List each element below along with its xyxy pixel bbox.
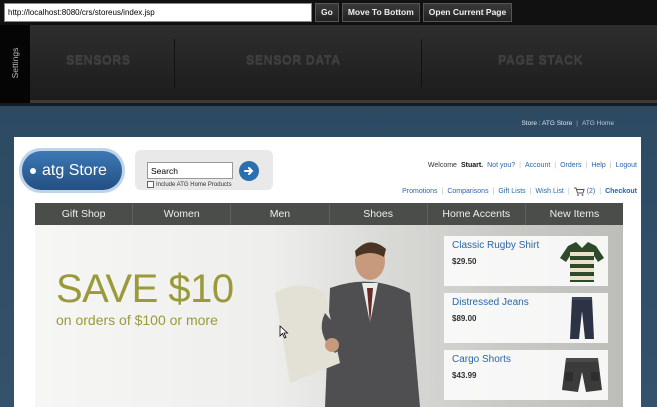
product-card[interactable]: Cargo Shorts $43.99 [444, 350, 608, 400]
welcome-text: Welcome [427, 162, 457, 169]
search-input[interactable] [147, 162, 233, 179]
include-home-label: Include ATG Home Products [156, 181, 232, 188]
product-price: $29.50 [452, 257, 477, 266]
product-name[interactable]: Cargo Shorts [452, 354, 511, 365]
divider: | [585, 162, 588, 169]
include-home-checkbox[interactable] [147, 181, 154, 188]
page-stack-section[interactable]: PAGE STACK [498, 53, 583, 67]
divider: | [567, 188, 570, 195]
open-current-page-button[interactable]: Open Current Page [422, 3, 513, 22]
divider: | [529, 188, 532, 195]
store-link[interactable]: Store : ATG Store [521, 120, 572, 127]
include-home-products: Include ATG Home Products [147, 181, 232, 188]
divider: | [441, 188, 444, 195]
nav-new-items[interactable]: New Items [526, 203, 623, 225]
user-name: Stuart. [460, 162, 484, 169]
product-card[interactable]: Distressed Jeans $89.00 [444, 293, 608, 343]
gift-lists-link[interactable]: Gift Lists [498, 188, 525, 195]
product-name[interactable]: Distressed Jeans [452, 297, 529, 308]
hero-headline: SAVE $10 [56, 267, 234, 311]
nav-men[interactable]: Men [231, 203, 330, 225]
atg-store-logo[interactable]: atg Store [22, 151, 122, 190]
divider: | [519, 162, 521, 169]
logout-link[interactable]: Logout [616, 162, 637, 169]
divider: | [554, 162, 557, 169]
dev-toolbar: Go Move To Bottom Open Current Page [0, 0, 657, 25]
nav-gift-shop[interactable]: Gift Shop [35, 203, 134, 225]
category-nav: Gift Shop Women Men Shoes Home Accents N… [35, 203, 623, 225]
not-you-link[interactable]: Not you? [487, 162, 515, 169]
cart-count: (2) [586, 188, 596, 195]
cart-icon [573, 187, 585, 196]
model-photo [275, 242, 420, 407]
atg-home-link[interactable]: ATG Home [582, 120, 614, 127]
arrow-right-icon [244, 167, 254, 175]
promotions-link[interactable]: Promotions [402, 188, 437, 195]
mouse-cursor-icon [279, 325, 289, 339]
search-go-button[interactable] [239, 161, 259, 181]
divider: | [492, 188, 495, 195]
orders-link[interactable]: Orders [560, 162, 581, 169]
shopping-links: Promotions | Comparisons | Gift Lists | … [402, 187, 637, 196]
logo-text: atg Store [42, 161, 107, 179]
cargo-shorts-image [562, 358, 602, 392]
breadcrumb-separator: | [576, 120, 578, 127]
jeans-image [570, 297, 594, 339]
url-input[interactable] [4, 3, 312, 22]
account-links: Welcome Stuart. Not you? | Account | Ord… [428, 162, 637, 169]
divider: | [599, 188, 602, 195]
settings-label: Settings [10, 47, 20, 79]
logo-dot-icon [30, 167, 36, 174]
product-card[interactable]: Classic Rugby Shirt $29.50 [444, 236, 608, 286]
panel-divider [421, 39, 422, 87]
dev-panel: Settings SENSORS SENSOR DATA PAGE STACK [0, 25, 657, 103]
product-price: $43.99 [452, 371, 477, 380]
nav-women[interactable]: Women [133, 203, 232, 225]
help-link[interactable]: Help [591, 162, 605, 169]
product-price: $89.00 [452, 314, 477, 323]
hero-subline: on orders of $100 or more [56, 312, 218, 328]
rugby-shirt-image [560, 242, 604, 282]
settings-tab[interactable]: Settings [0, 25, 30, 103]
divider: | [609, 162, 612, 169]
account-link[interactable]: Account [525, 162, 550, 169]
checkout-link[interactable]: Checkout [605, 188, 637, 195]
product-name[interactable]: Classic Rugby Shirt [452, 240, 539, 251]
nav-shoes[interactable]: Shoes [330, 203, 428, 225]
cart-link[interactable]: (2) [573, 187, 596, 196]
breadcrumb: Store : ATG Store | ATG Home [521, 120, 614, 127]
sensors-section[interactable]: SENSORS [66, 53, 131, 67]
move-to-bottom-button[interactable]: Move To Bottom [341, 3, 420, 22]
wish-list-link[interactable]: Wish List [535, 188, 563, 195]
comparisons-link[interactable]: Comparisons [447, 188, 488, 195]
panel-divider [174, 39, 175, 87]
sensor-data-section[interactable]: SENSOR DATA [246, 53, 341, 67]
nav-home-accents[interactable]: Home Accents [428, 203, 526, 225]
go-button[interactable]: Go [315, 3, 339, 22]
